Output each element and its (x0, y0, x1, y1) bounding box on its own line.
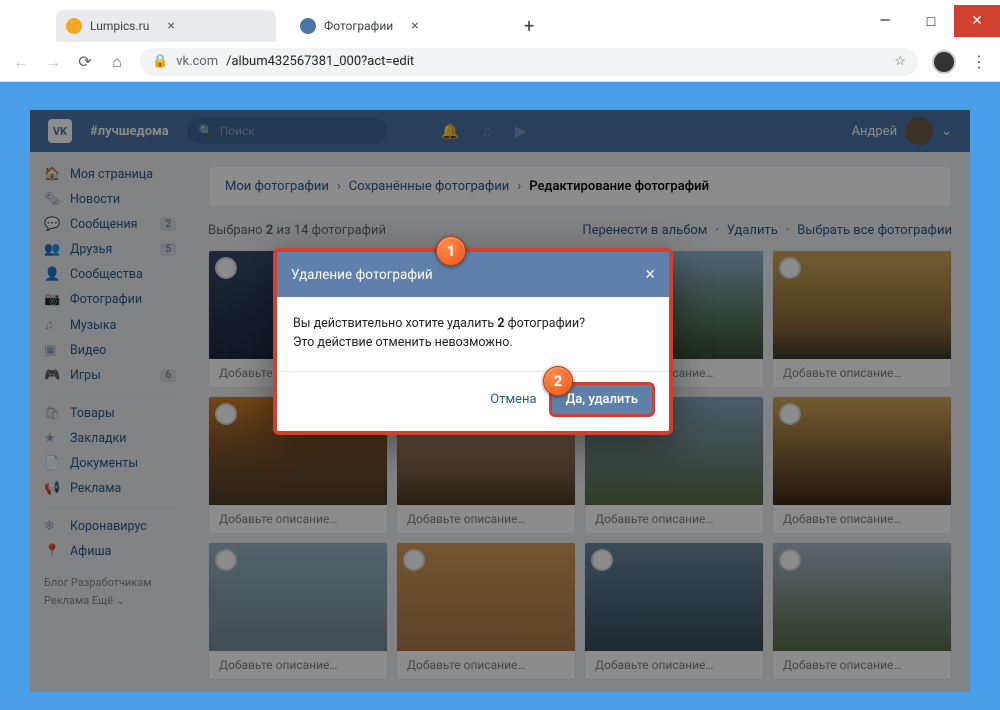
tab-close-icon[interactable]: × (411, 18, 418, 34)
browser-menu-icon[interactable]: ⋮ (970, 52, 988, 71)
star-icon[interactable]: ☆ (894, 54, 906, 69)
tab-label: Фотографии (324, 19, 393, 33)
profile-avatar[interactable] (932, 50, 956, 74)
new-tab-button[interactable]: + (524, 16, 534, 37)
lock-icon: 🔒 (152, 54, 168, 69)
modal-footer: Отмена Да, удалить (277, 371, 669, 431)
browser-tab-active[interactable]: Фотографии × (290, 10, 510, 42)
window-minimize-button[interactable]: — (862, 5, 908, 37)
window-maximize-button[interactable]: □ (908, 5, 954, 37)
nav-back-icon[interactable]: ← (12, 52, 30, 72)
modal-body: Вы действительно хотите удалить 2 фотогр… (277, 297, 669, 371)
browser-tab-lumpics[interactable]: Lumpics.ru × (56, 10, 276, 42)
address-bar[interactable]: 🔒 vk.com/album432567381_000?act=edit ☆ (140, 48, 918, 76)
modal-title: Удаление фотографий (291, 267, 433, 283)
favicon-icon (300, 18, 316, 34)
cancel-button[interactable]: Отмена (490, 392, 536, 407)
tab-label: Lumpics.ru (90, 19, 149, 33)
modal-header: Удаление фотографий × (277, 252, 669, 297)
url-path: /album432567381_000?act=edit (226, 54, 414, 69)
favicon-icon (66, 18, 82, 34)
window-close-button[interactable]: ✕ (954, 5, 1000, 37)
nav-home-icon[interactable]: ⌂ (108, 52, 126, 72)
url-host: vk.com (176, 54, 218, 69)
delete-confirm-modal: Удаление фотографий × Вы действительно х… (273, 248, 673, 435)
modal-close-icon[interactable]: × (645, 264, 655, 285)
browser-toolbar: ← → ⟳ ⌂ 🔒 vk.com/album432567381_000?act=… (0, 42, 1000, 82)
nav-reload-icon[interactable]: ⟳ (76, 52, 94, 71)
nav-forward-icon[interactable]: → (44, 52, 62, 72)
tab-close-icon[interactable]: × (167, 18, 174, 34)
annotation-badge-1: 1 (436, 236, 466, 266)
annotation-badge-2: 2 (543, 366, 573, 396)
